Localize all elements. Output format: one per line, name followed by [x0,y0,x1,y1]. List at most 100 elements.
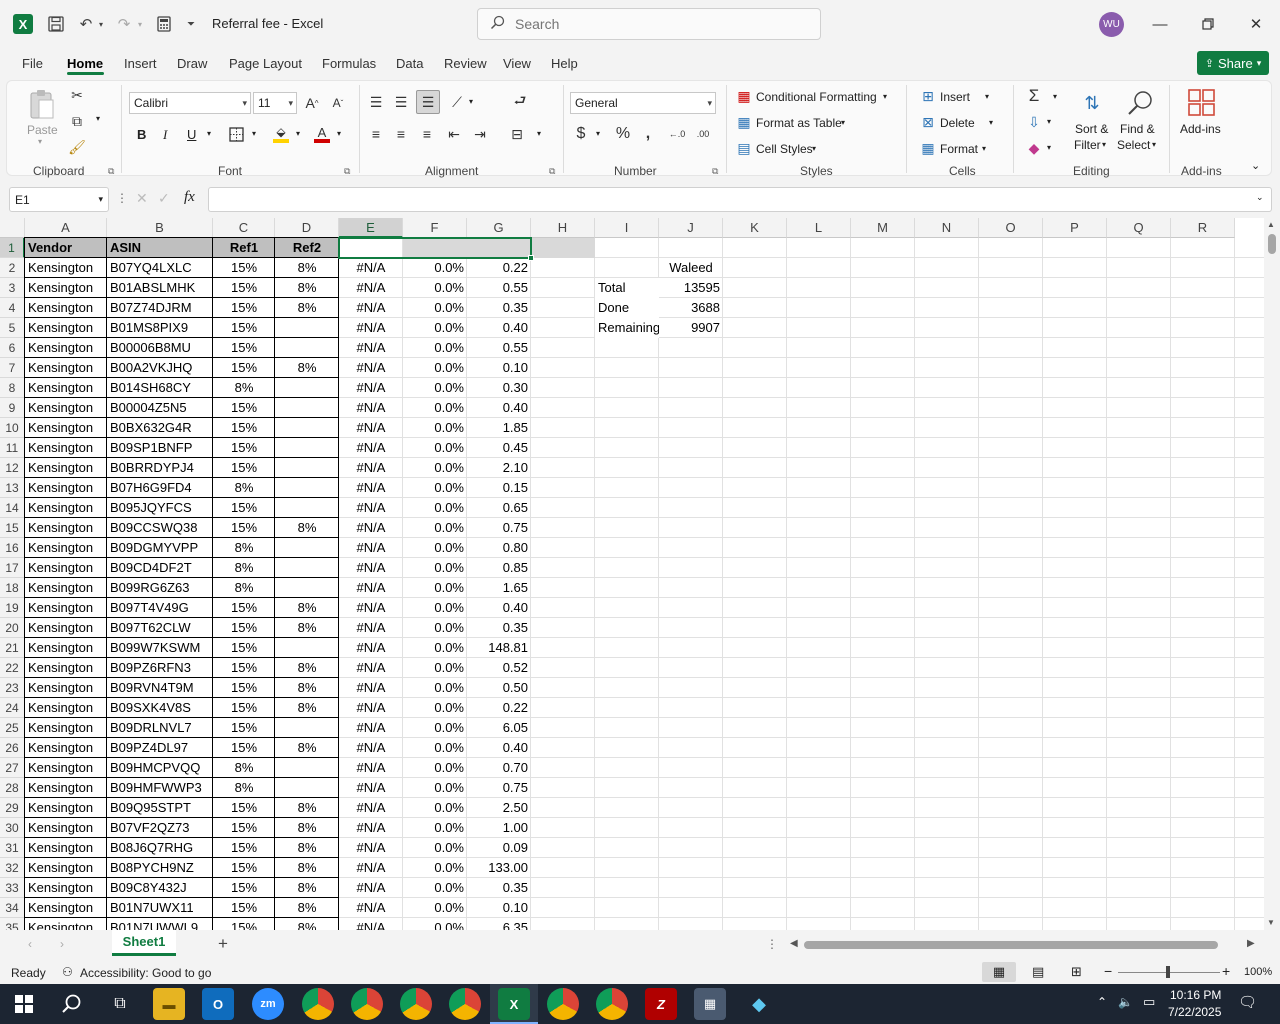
table-cell[interactable]: 8% [275,618,339,638]
row-header[interactable]: 15 [0,518,25,538]
table-cell[interactable]: 6.05 [467,718,531,738]
table-cell[interactable]: B097T4V49G [107,598,213,618]
accessibility-icon[interactable]: ⚇ [62,965,73,979]
normal-view-icon[interactable]: ▦ [982,962,1016,982]
table-cell[interactable]: 0.09 [467,838,531,858]
table-cell[interactable]: 0.22 [467,698,531,718]
save-icon[interactable] [45,12,67,36]
format-painter-icon[interactable]: 🖌 [67,137,87,157]
table-cell[interactable]: 0.75 [467,778,531,798]
number-launcher-icon[interactable]: ⧉ [712,166,718,177]
chevron-down-icon[interactable]: ▾ [1102,140,1106,149]
table-cell[interactable]: 0.0% [403,378,467,398]
increase-font-icon[interactable]: A ^ [302,92,322,114]
more-options-icon[interactable]: ⋮ [116,191,128,205]
table-cell[interactable]: 0.0% [403,678,467,698]
table-cell[interactable]: B01MS8PIX9 [107,318,213,338]
row-header[interactable]: 6 [0,338,25,358]
table-cell[interactable]: Kensington [25,378,107,398]
table-cell[interactable]: #N/A [339,618,403,638]
prev-sheet-icon[interactable]: ‹ [28,937,32,951]
table-cell[interactable]: 0.0% [403,458,467,478]
format-cells-button[interactable]: Format [940,142,978,156]
borders-icon[interactable] [226,124,246,144]
table-cell[interactable]: B09HMFWWP3 [107,778,213,798]
row-header[interactable]: 28 [0,778,25,798]
excel-taskbar-icon[interactable]: X [498,988,530,1020]
table-cell[interactable]: Kensington [25,698,107,718]
table-cell[interactable]: Kensington [25,658,107,678]
sheet-options-icon[interactable]: ⋮ [766,937,778,951]
chevron-down-icon[interactable]: ▾ [1152,140,1156,149]
table-cell[interactable]: #N/A [339,518,403,538]
table-cell[interactable]: Kensington [25,758,107,778]
selection-border[interactable] [338,237,532,259]
row-header[interactable]: 34 [0,898,25,918]
align-right-icon[interactable]: ≡ [417,124,437,144]
table-cell[interactable]: 0.0% [403,698,467,718]
redo-dropdown-icon[interactable]: ▾ [135,12,145,36]
header-cell[interactable]: Ref2 [275,238,339,258]
table-cell[interactable]: 8% [275,858,339,878]
table-cell[interactable]: 0.0% [403,278,467,298]
table-cell[interactable]: #N/A [339,718,403,738]
fill-color-icon[interactable]: ⬙ [271,123,291,145]
tab-home[interactable]: Home [67,56,103,71]
table-cell[interactable]: B07Z74DJRM [107,298,213,318]
row-header[interactable]: 25 [0,718,25,738]
delete-cells-button[interactable]: Delete [940,116,975,130]
table-cell[interactable]: Kensington [25,498,107,518]
table-cell[interactable]: #N/A [339,818,403,838]
cell-styles-icon[interactable]: ▤ [735,139,753,157]
table-cell[interactable]: 0.0% [403,358,467,378]
table-cell[interactable]: B09PZ6RFN3 [107,658,213,678]
table-cell[interactable]: #N/A [339,438,403,458]
table-cell[interactable]: 15% [213,698,275,718]
chevron-down-icon[interactable]: ▾ [985,92,989,101]
table-cell[interactable]: 8% [275,818,339,838]
table-cell[interactable]: 8% [275,258,339,278]
customize-toolbar-icon[interactable]: ⏷ [184,12,198,36]
table-cell[interactable]: 0.45 [467,438,531,458]
table-cell[interactable]: B0BX632G4R [107,418,213,438]
search-icon[interactable] [56,988,88,1020]
expand-formula-bar-icon[interactable]: ⌄ [1256,192,1264,203]
table-cell[interactable]: #N/A [339,378,403,398]
header-cell[interactable]: ASIN [107,238,213,258]
tab-file[interactable]: File [22,56,43,71]
table-cell[interactable]: 0.0% [403,818,467,838]
table-cell[interactable]: #N/A [339,738,403,758]
table-cell[interactable]: 15% [213,598,275,618]
row-header[interactable]: 21 [0,638,25,658]
chrome-icon[interactable] [449,988,481,1020]
vertical-scroll-thumb[interactable] [1268,234,1276,254]
table-cell[interactable]: 15% [213,858,275,878]
column-header-r[interactable]: R [1171,218,1235,238]
calculator-icon[interactable] [153,12,175,36]
format-as-table-icon[interactable]: ▦ [735,113,753,131]
collapse-ribbon-icon[interactable]: ⌄ [1251,159,1260,172]
confirm-entry-icon[interactable]: ✓ [158,190,170,207]
row-header[interactable]: 16 [0,538,25,558]
summary-value[interactable]: 13595 [659,278,723,298]
row-header[interactable]: 11 [0,438,25,458]
table-cell[interactable]: 0.22 [467,258,531,278]
table-cell[interactable]: Kensington [25,818,107,838]
table-cell[interactable]: 15% [213,278,275,298]
table-cell[interactable]: 0.35 [467,878,531,898]
table-cell[interactable]: B09CD4DF2T [107,558,213,578]
table-cell[interactable]: 8% [213,578,275,598]
table-cell[interactable]: Kensington [25,398,107,418]
table-cell[interactable]: #N/A [339,478,403,498]
table-cell[interactable]: 1.00 [467,818,531,838]
close-icon[interactable]: ✕ [1244,12,1268,36]
decrease-indent-icon[interactable]: ⇤ [444,124,464,144]
table-cell[interactable]: Kensington [25,538,107,558]
table-cell[interactable]: Kensington [25,638,107,658]
table-cell[interactable]: Kensington [25,718,107,738]
volume-icon[interactable]: 🔈 [1118,995,1133,1009]
insert-cells-button[interactable]: Insert [940,90,970,104]
table-cell[interactable]: B09DRLNVL7 [107,718,213,738]
clock-date[interactable]: 7/22/2025 [1168,1005,1221,1019]
zoom-level[interactable]: 100% [1244,966,1272,978]
